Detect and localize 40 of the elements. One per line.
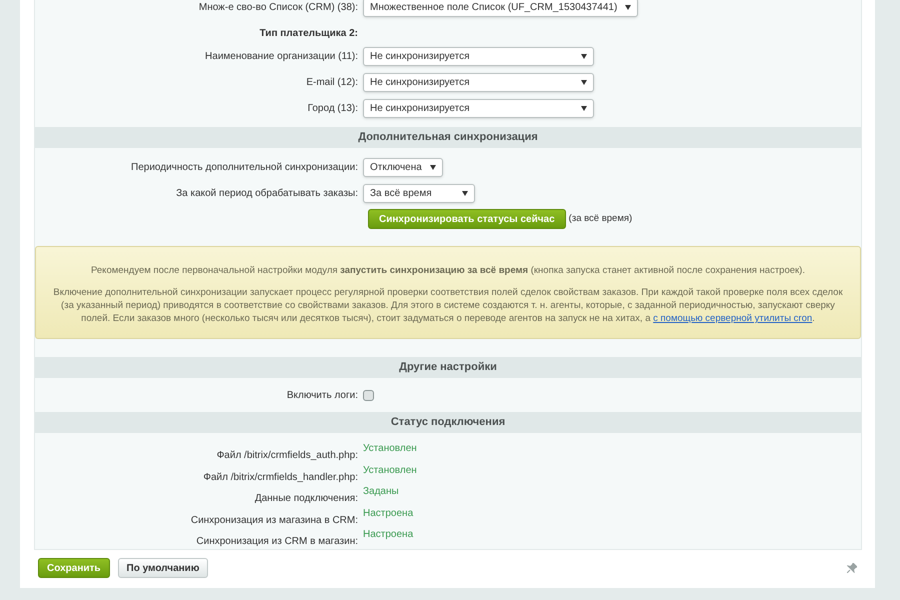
select-field[interactable]: Не синхронизируется: [363, 47, 594, 66]
field-label: Наименование организации (11):: [205, 50, 358, 64]
select-field[interactable]: Не синхронизируется: [363, 73, 594, 92]
field-label: За какой период обрабатывать заказы:: [176, 187, 358, 201]
sync-note: (за всё время): [568, 212, 632, 226]
caret-icon: [625, 5, 632, 10]
caret-icon: [430, 165, 436, 170]
section-header: Дополнительная синхронизация: [35, 127, 861, 148]
field-label: Периодичность дополнительной синхронизации:: [131, 161, 358, 175]
field-label: Включить логи:: [286, 388, 358, 402]
section-header: Другие настройки: [35, 357, 861, 378]
default-button[interactable]: По умолчанию: [118, 558, 208, 578]
cron-link[interactable]: с помощью серверной утилиты cron: [653, 313, 812, 324]
select-field[interactable]: Отключена: [363, 158, 443, 177]
field-label: Данные подключения:: [254, 492, 358, 506]
notice-paragraph: Включение дополнительной синхронизации запускает процесс регулярной проверки соответствия полей сделок свойствам заказов. При каждой такой проверке поля всех сделок (за указанный период) приводятся в соответствие со свойствами заказов. Для этого в системе создаются т. н. агенты, которые, с заданной периодичностью, запускают сверку полей. Если заказов много (несколько тысяч или десятков тысяч), стоит задуматься о переводе агентов на запуск не на хитах, а с помощью серверной утилиты cron.: [52, 286, 844, 326]
status-value: Заданы: [363, 485, 399, 499]
status-value: Установлен: [363, 442, 417, 456]
select-field[interactable]: Не синхронизируется: [363, 99, 594, 118]
caret-icon: [581, 54, 587, 59]
notice-text: Рекомендуем после первоначальной настройки модуля запустить синхронизацию за всё время (кнопка запуска станет активной после сохранения настроек).: [90, 264, 806, 278]
field-label: Город (13):: [308, 102, 358, 116]
status-value: Установлен: [363, 464, 417, 478]
caret-icon: [581, 106, 587, 111]
status-value: Настроена: [363, 528, 414, 542]
field-label: Файл /bitrix/crmfields_handler.php:: [203, 470, 358, 484]
section-header: Статус подключения: [35, 412, 861, 433]
field-label: Тип плательщика 2:: [260, 26, 358, 40]
status-value: Настроена: [363, 506, 414, 520]
select-field[interactable]: За всё время: [363, 184, 475, 203]
field-label: Файл /bitrix/crmfields_auth.php:: [216, 449, 358, 463]
field-label: E-mail (12):: [306, 76, 358, 90]
field-label: Синхронизация из CRM в магазин:: [196, 535, 358, 549]
checkbox[interactable]: [363, 390, 374, 400]
caret-icon: [462, 191, 468, 196]
select-field[interactable]: Множественное поле Список (UF_CRM_1530437441): [363, 0, 638, 17]
pin-icon[interactable]: [847, 563, 857, 573]
field-label: Множ-е сво-во Список (CRM) (38):: [198, 1, 358, 15]
caret-icon: [581, 80, 587, 85]
field-label: Синхронизация из магазина в CRM:: [190, 514, 358, 528]
